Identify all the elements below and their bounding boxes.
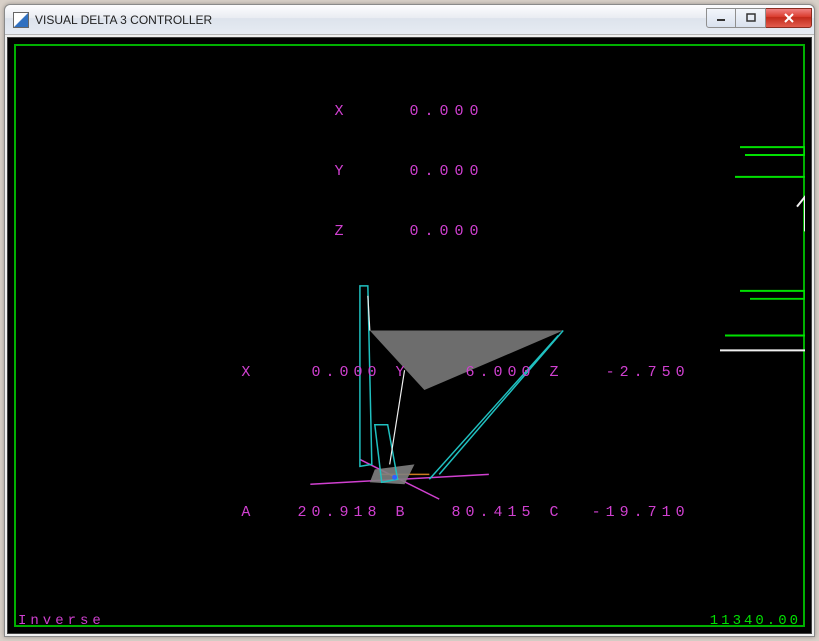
bottom-b-value: 80.415 [452,504,536,521]
application-window: VISUAL DELTA 3 CONTROLLER X 0.000 Y 0.00… [4,4,815,637]
bottom-x-label: X [241,364,255,381]
titlebar[interactable]: VISUAL DELTA 3 CONTROLLER [5,5,814,35]
maximize-icon [746,13,756,23]
bottom-z-label: Z [550,364,564,381]
bottom-y-label: Y [395,364,409,381]
close-button[interactable] [766,8,812,28]
bottom-c-label: C [550,504,564,521]
app-icon [13,12,29,28]
counter-value: 11340.00 [710,613,801,629]
bottom-z-value: -2.750 [606,364,690,381]
window-controls [706,8,812,28]
bottom-a-label: A [241,504,255,521]
bottom-a-value: 20.918 [297,504,381,521]
minimize-icon [716,13,726,23]
viewport-client[interactable]: X 0.000 Y 0.000 Z 0.000 [7,37,812,634]
bottom-c-value: -19.710 [592,504,690,521]
maximize-button[interactable] [736,8,766,28]
mode-label: Inverse [18,613,105,629]
status-bar: Inverse 11340.00 [18,613,801,629]
window-title: VISUAL DELTA 3 CONTROLLER [35,13,706,27]
close-icon [783,13,795,23]
bottom-b-label: B [395,504,409,521]
bottom-coordinate-readout: X 0.000 Y 6.000 Z -2.750 A 20.918 B 80.4… [8,275,811,611]
bottom-x-value: 0.000 [311,364,381,381]
bottom-y-value: 6.000 [466,364,536,381]
minimize-button[interactable] [706,8,736,28]
